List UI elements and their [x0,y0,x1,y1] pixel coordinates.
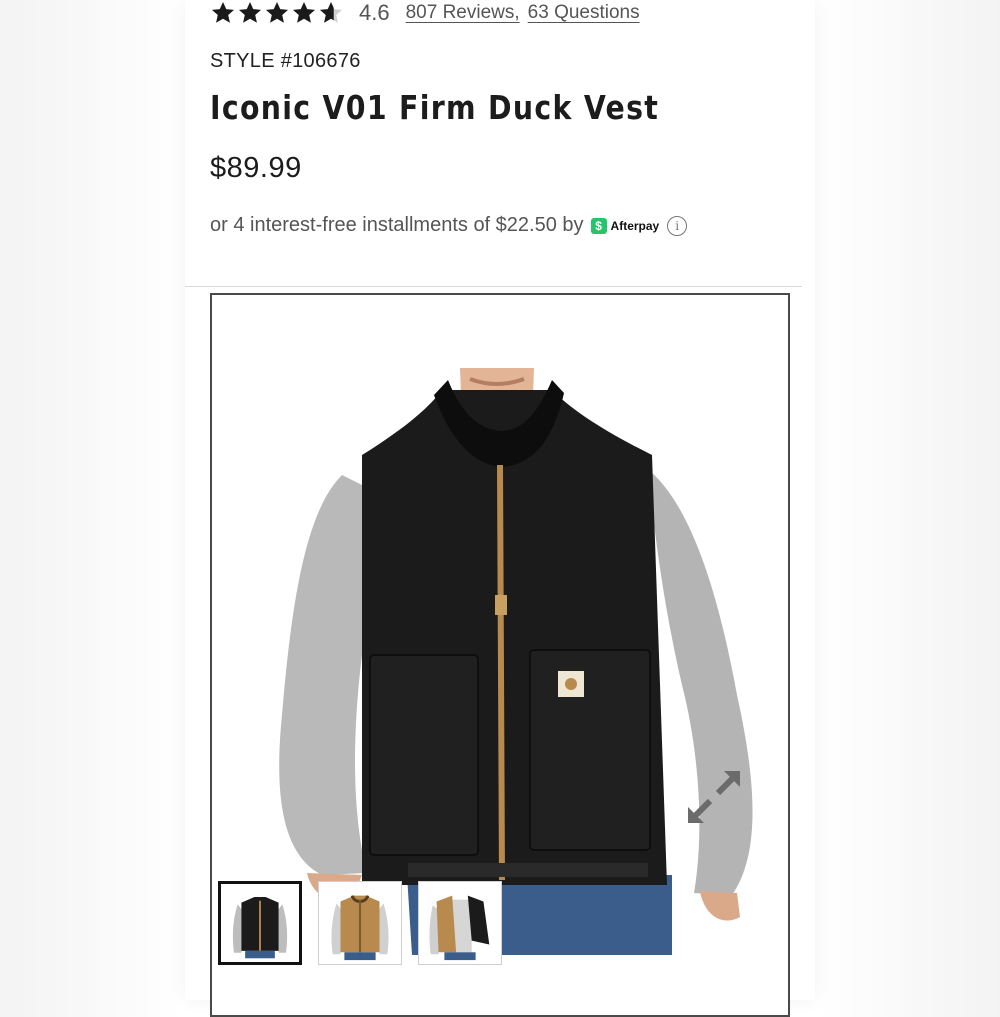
product-price: $89.99 [210,152,302,184]
afterpay-brand: Afterpay [610,218,660,233]
info-icon[interactable]: i [667,215,688,236]
star-icon [292,1,316,23]
black-vest-thumbnail-image [221,884,299,962]
questions-link[interactable]: 63 Questions [528,2,640,24]
star-icon [238,1,262,23]
thumbnail-strip [218,881,518,965]
rating-value: 4.6 [359,0,390,25]
thumbnail-black-vest[interactable] [218,881,302,965]
product-panel: 4.6 807 Reviews, 63 Questions STYLE #106… [185,0,815,1017]
divider [185,286,802,287]
afterpay-message: or 4 interest-free installments of $22.5… [210,214,688,237]
reviews-link[interactable]: 807 Reviews, [406,2,520,24]
thumbnail-brown-vest-open[interactable] [418,881,502,965]
product-gallery [210,293,790,1017]
star-icon [211,1,235,23]
brown-vest-open-thumbnail-image [419,882,501,964]
star-half-icon [319,1,343,23]
style-number: STYLE #106676 [210,50,361,72]
afterpay-logo: $ Afterpay [590,217,660,234]
star-rating[interactable] [210,0,345,26]
brown-vest-thumbnail-image [319,882,401,964]
product-title: Iconic V01 Firm Duck Vest [210,88,660,127]
afterpay-text: or 4 interest-free installments of $22.5… [210,214,584,236]
star-icon [265,1,289,23]
afterpay-badge-icon: $ [590,217,607,234]
thumbnail-brown-vest[interactable] [318,881,402,965]
rating-row: 4.6 807 Reviews, 63 Questions [210,0,640,26]
expand-arrows-icon[interactable] [684,767,744,827]
